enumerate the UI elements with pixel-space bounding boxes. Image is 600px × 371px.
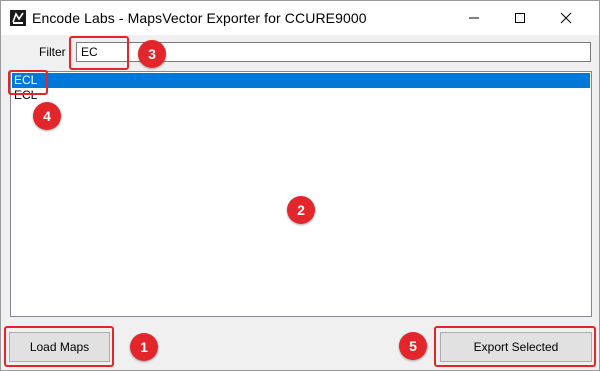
step-marker-3: 3 bbox=[138, 40, 166, 68]
close-button[interactable] bbox=[543, 1, 589, 35]
export-selected-button[interactable]: Export Selected bbox=[440, 332, 592, 362]
step-marker-5: 5 bbox=[399, 332, 427, 360]
step-marker-2: 2 bbox=[287, 196, 315, 224]
step-marker-4: 4 bbox=[33, 102, 61, 130]
app-window: Encode Labs - MapsVector Exporter for CC… bbox=[0, 0, 600, 371]
window-title: Encode Labs - MapsVector Exporter for CC… bbox=[32, 10, 367, 26]
maximize-icon bbox=[515, 13, 525, 23]
app-icon bbox=[10, 10, 26, 26]
list-item[interactable]: ECL bbox=[12, 73, 590, 88]
close-icon bbox=[560, 12, 572, 24]
list-item[interactable]: ECL bbox=[12, 88, 590, 103]
minimize-icon bbox=[469, 17, 479, 19]
maximize-button[interactable] bbox=[497, 1, 543, 35]
step-marker-1: 1 bbox=[130, 333, 158, 361]
minimize-button[interactable] bbox=[451, 1, 497, 35]
filter-label: Filter bbox=[39, 45, 66, 59]
load-maps-button[interactable]: Load Maps bbox=[9, 332, 110, 362]
maps-list[interactable]: ECL ECL bbox=[10, 71, 592, 317]
title-bar[interactable]: Encode Labs - MapsVector Exporter for CC… bbox=[1, 1, 599, 35]
